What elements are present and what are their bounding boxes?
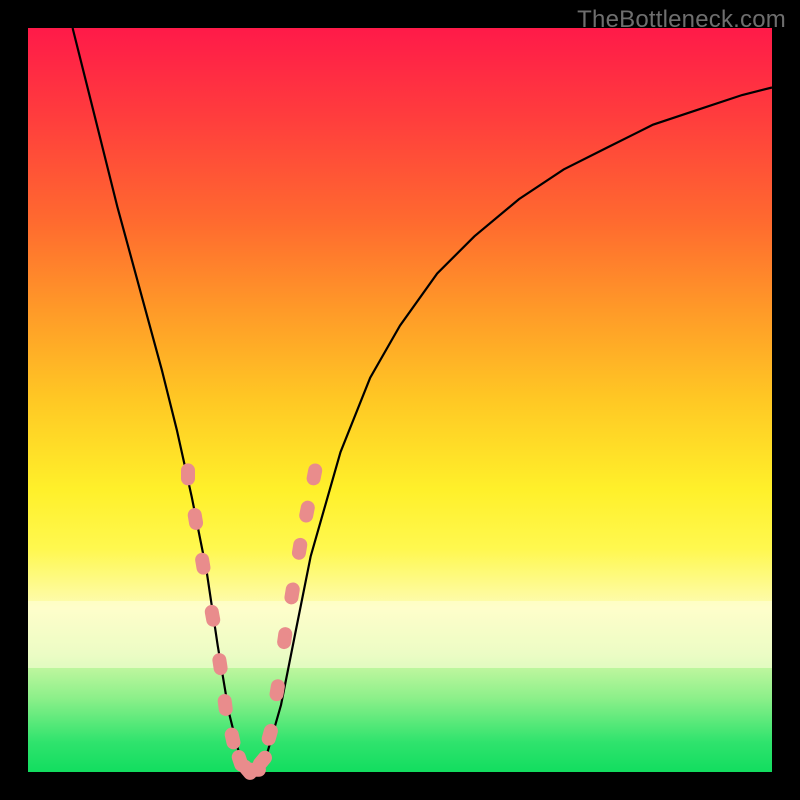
bottleneck-curve: [73, 28, 772, 772]
chart-frame: TheBottleneck.com: [0, 0, 800, 800]
marker-dot: [298, 499, 316, 523]
marker-dot: [305, 462, 323, 486]
marker-dot: [211, 652, 228, 676]
curve-layer: [28, 28, 772, 772]
watermark-text: TheBottleneck.com: [577, 6, 786, 34]
marker-dot: [223, 726, 241, 751]
marker-dot: [276, 626, 293, 650]
marker-dot: [181, 463, 195, 485]
marker-dot: [194, 552, 211, 576]
marker-dot: [283, 581, 300, 605]
plot-area: [28, 28, 772, 772]
marker-dot: [291, 537, 308, 561]
marker-dot: [187, 507, 204, 531]
marker-dot: [204, 604, 222, 628]
marker-dot: [260, 722, 279, 747]
highlight-dots: [181, 462, 323, 782]
marker-dot: [217, 693, 234, 717]
